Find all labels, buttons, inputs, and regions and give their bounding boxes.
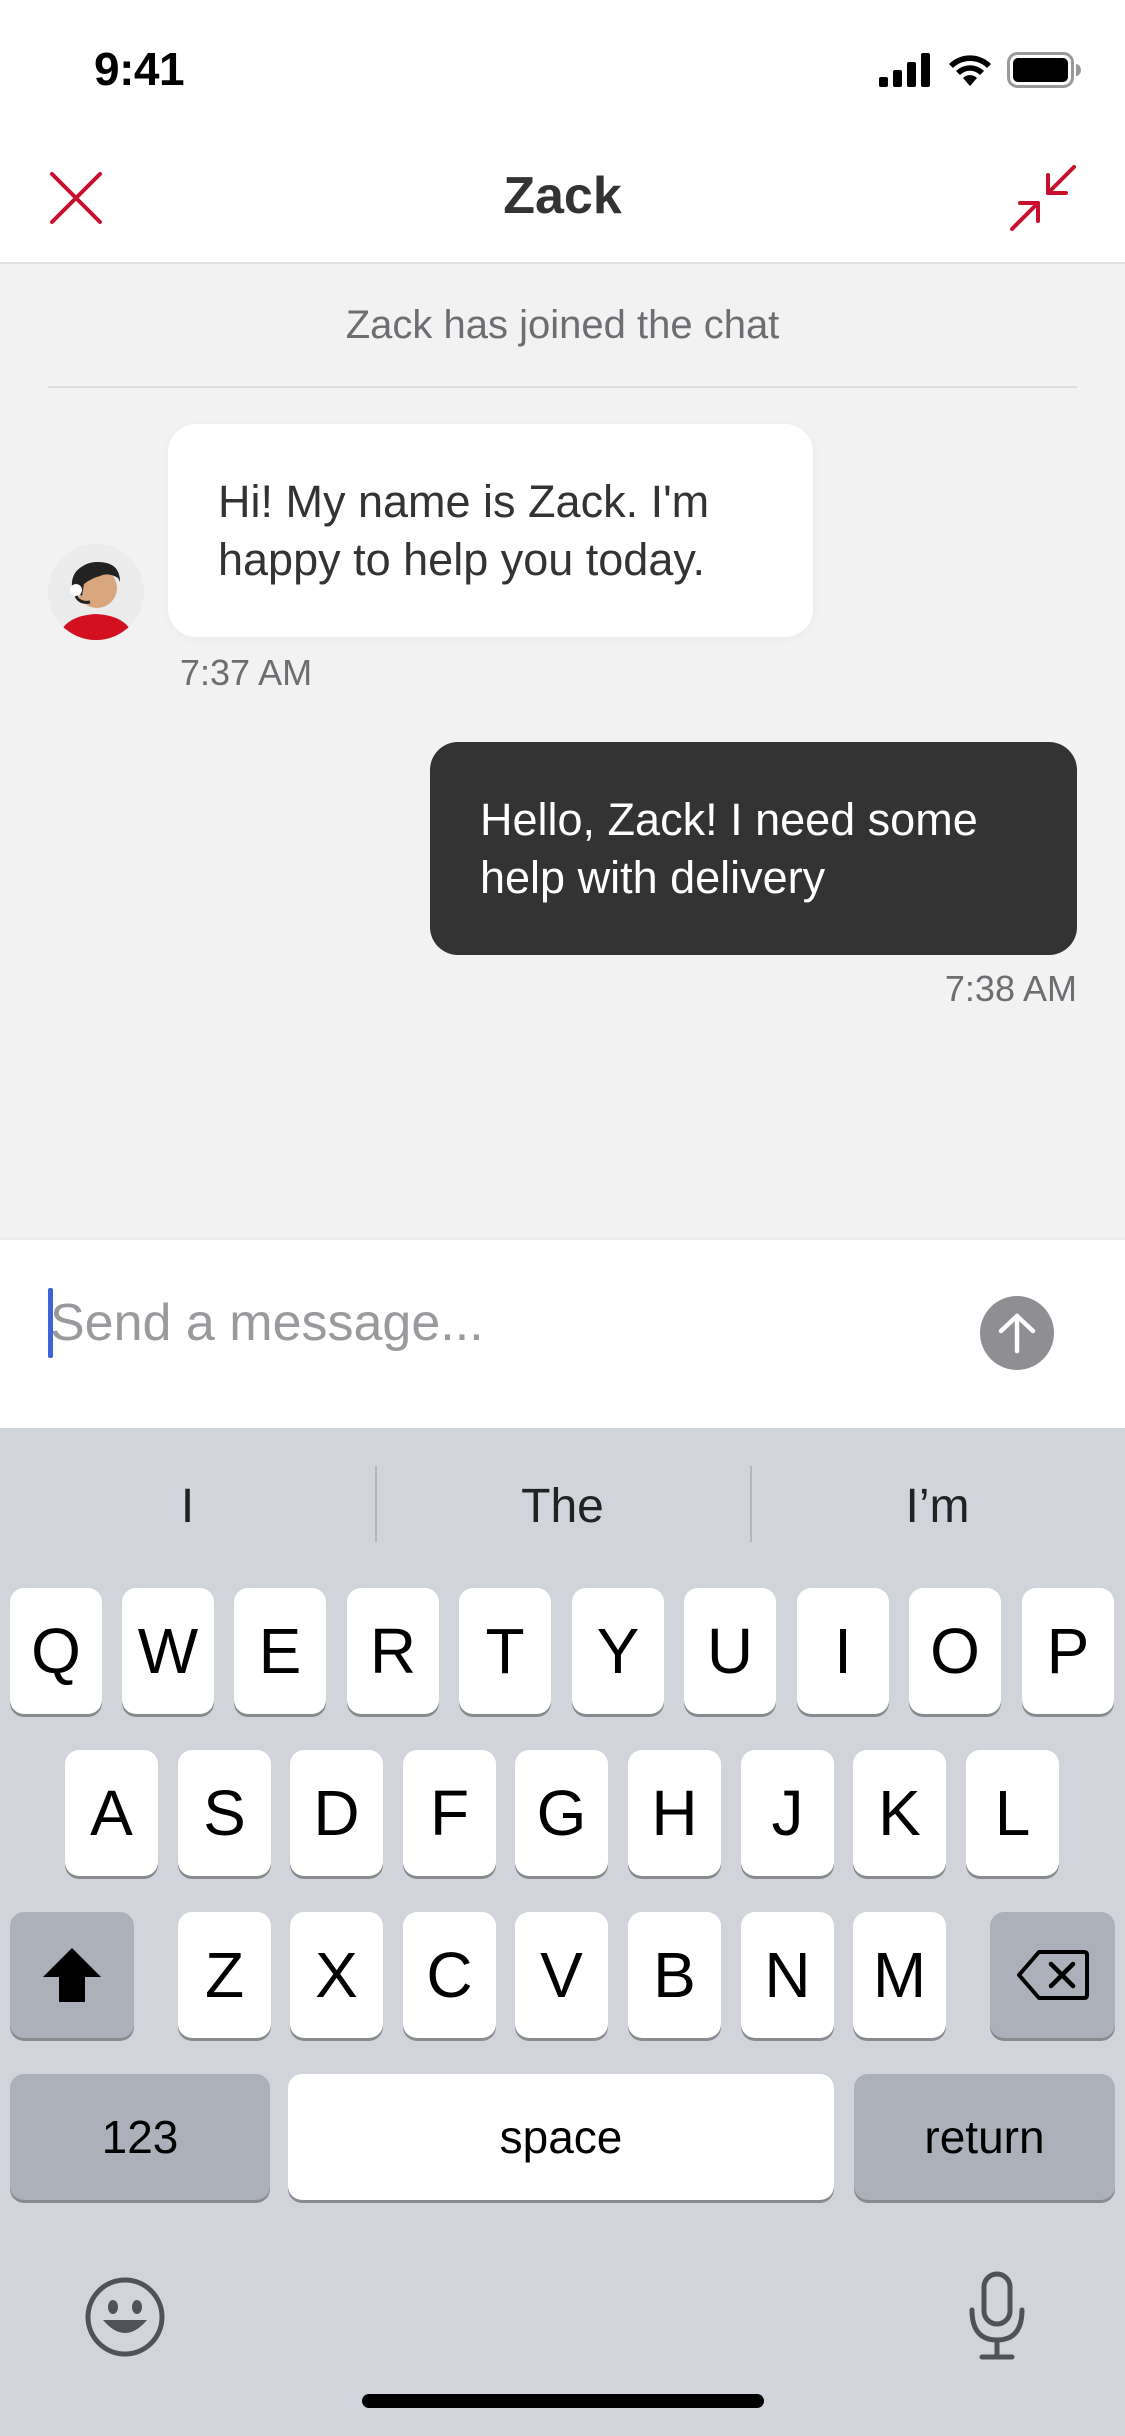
key-m[interactable]: M: [853, 1912, 946, 2038]
status-icons: [879, 52, 1081, 88]
key-i[interactable]: I: [797, 1588, 889, 1714]
chat-header: Zack: [0, 132, 1125, 264]
key-y[interactable]: Y: [572, 1588, 664, 1714]
suggestion-item[interactable]: The: [375, 1428, 750, 1584]
message-input[interactable]: [50, 1282, 900, 1364]
shift-key[interactable]: [10, 1912, 134, 2038]
key-w[interactable]: W: [122, 1588, 214, 1714]
key-s[interactable]: S: [178, 1750, 271, 1876]
key-j[interactable]: J: [741, 1750, 834, 1876]
chat-screen: 9:41 Zack Zack has joined the chat Hi! M…: [0, 0, 1125, 2436]
status-bar: 9:41: [0, 0, 1125, 132]
space-key[interactable]: space: [288, 2074, 834, 2200]
send-button[interactable]: [980, 1296, 1054, 1370]
key-z[interactable]: Z: [178, 1912, 271, 2038]
avatar: [48, 544, 144, 640]
key-a[interactable]: A: [65, 1750, 158, 1876]
page-title: Zack: [503, 167, 622, 225]
key-c[interactable]: C: [403, 1912, 496, 2038]
battery-icon: [1007, 52, 1081, 88]
key-f[interactable]: F: [403, 1750, 496, 1876]
suggestion-item[interactable]: I: [0, 1428, 375, 1584]
key-l[interactable]: L: [966, 1750, 1059, 1876]
minimize-button[interactable]: [1005, 160, 1081, 236]
key-d[interactable]: D: [290, 1750, 383, 1876]
suggestion-bar: I The I’m: [0, 1428, 1125, 1584]
key-e[interactable]: E: [234, 1588, 326, 1714]
key-g[interactable]: G: [515, 1750, 608, 1876]
delete-key[interactable]: [990, 1912, 1115, 2038]
key-h[interactable]: H: [628, 1750, 721, 1876]
key-q[interactable]: Q: [10, 1588, 102, 1714]
system-note: Zack has joined the chat: [48, 264, 1077, 388]
suggestion-item[interactable]: I’m: [750, 1428, 1125, 1584]
home-indicator: [362, 2394, 764, 2408]
cellular-signal-icon: [879, 53, 930, 87]
message-text: Hello, Zack! I need some help with deliv…: [480, 793, 978, 903]
microphone-icon: [969, 2271, 1025, 2360]
emoji-button[interactable]: [84, 2276, 166, 2358]
minimize-arrows-icon: [1010, 165, 1076, 231]
key-r[interactable]: R: [347, 1588, 439, 1714]
shift-icon: [43, 1948, 101, 2002]
message-text: Hi! My name is Zack. I'm happy to help y…: [218, 475, 710, 585]
arrow-up-icon: [998, 1313, 1036, 1354]
delete-icon: [1016, 1950, 1089, 2000]
key-n[interactable]: N: [741, 1912, 834, 2038]
status-time: 9:41: [94, 43, 185, 95]
outgoing-message: Hello, Zack! I need some help with deliv…: [430, 742, 1077, 955]
key-p[interactable]: P: [1022, 1588, 1114, 1714]
key-x[interactable]: X: [290, 1912, 383, 2038]
incoming-message: Hi! My name is Zack. I'm happy to help y…: [168, 424, 813, 637]
key-o[interactable]: O: [909, 1588, 1001, 1714]
agent-avatar-icon: [48, 544, 144, 640]
dictation-button[interactable]: [966, 2270, 1028, 2362]
return-key[interactable]: return: [854, 2074, 1115, 2200]
key-k[interactable]: K: [853, 1750, 946, 1876]
key-b[interactable]: B: [628, 1912, 721, 2038]
numbers-key[interactable]: 123: [10, 2074, 270, 2200]
emoji-icon: [85, 2277, 165, 2357]
key-v[interactable]: V: [515, 1912, 608, 2038]
keyboard: I The I’m Q W E R T Y U I O P A S D F G …: [0, 1428, 1125, 2436]
text-caret: [48, 1288, 53, 1358]
message-timestamp: 7:37 AM: [180, 652, 313, 693]
message-timestamp: 7:38 AM: [944, 968, 1077, 1009]
wifi-icon: [949, 55, 991, 86]
key-t[interactable]: T: [459, 1588, 551, 1714]
key-u[interactable]: U: [684, 1588, 776, 1714]
